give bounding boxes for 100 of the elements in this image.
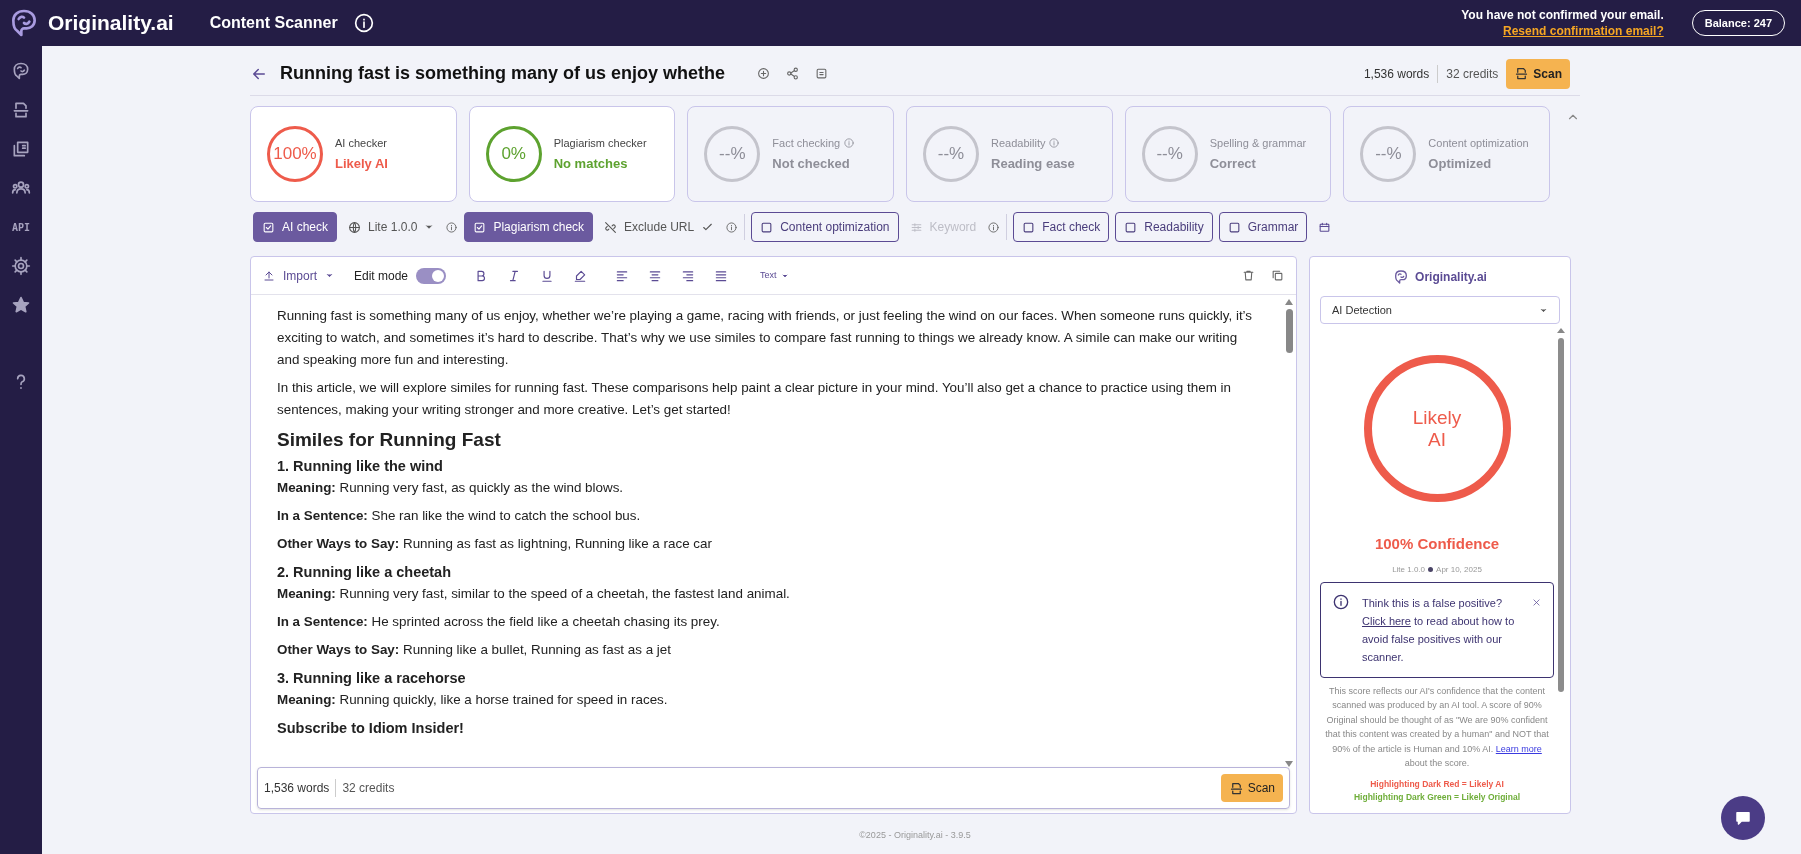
paragraph: In a Sentence: He sprinted across the field like a cheetah chasing its prey. (277, 613, 721, 631)
checker-label: Content optimization (1428, 136, 1529, 151)
checkbox-icon (760, 220, 774, 234)
option-toggle-button[interactable]: Fact check (1013, 212, 1110, 242)
edit-mode-switch[interactable] (416, 267, 447, 284)
import-button[interactable]: Import (263, 266, 334, 285)
link-off-icon (604, 220, 618, 234)
checkbox-icon (1022, 220, 1036, 234)
api-link[interactable]: API (11, 217, 31, 237)
checker-status: Correct (1209, 154, 1257, 173)
score-ring: --% (923, 126, 979, 182)
subheading: 3. Running like a racehorse (277, 669, 467, 688)
underline-icon[interactable] (540, 268, 555, 283)
checkbox-icon (1124, 220, 1138, 234)
highlighter-icon[interactable] (573, 268, 588, 283)
app-title: Content Scanner (209, 13, 338, 33)
caret-icon (325, 271, 334, 280)
share-icon[interactable] (786, 67, 800, 80)
paragraph: Meaning: Running quickly, like a horse trained for speed in races. (277, 691, 669, 709)
section-heading: Similes for Running Fast (277, 428, 502, 452)
copy-icon[interactable] (1271, 269, 1284, 282)
paragraph: Meaning: Running very fast, similar to the speed of a cheetah, the fastest land animal. (277, 585, 791, 603)
checker-status: Optimized (1428, 154, 1493, 173)
scanner-icon (1228, 780, 1244, 796)
score-ring: 100% (267, 126, 323, 182)
upload-icon (263, 269, 275, 282)
word-count: 1,536 words (1363, 64, 1439, 83)
info-icon (1333, 593, 1349, 610)
option-toggle-button[interactable]: Readability (1115, 212, 1213, 242)
credit-count: 32 credits (341, 780, 395, 797)
alert-message: Think this is a false positive? Click here to read about how to avoid false positives with our scanner. (1362, 595, 1516, 665)
model-select[interactable]: Lite 1.0.0 (340, 212, 443, 242)
paragraph: Meaning: Running very fast, as quickly as the wind blows. (277, 479, 625, 497)
edit-mode-label: Edit mode (354, 267, 409, 285)
paragraph: In a Sentence: She ran like the wind to catch the school bus. (277, 507, 642, 525)
option-toggle-button[interactable]: AI check (253, 212, 338, 242)
checker-status: Not checked (772, 154, 851, 173)
score-ring: --% (1360, 126, 1417, 182)
close-icon[interactable] (1532, 597, 1541, 607)
star-icon[interactable] (11, 295, 31, 315)
scan-button[interactable]: Scan (1506, 58, 1570, 89)
exclude-url-toggle[interactable]: Exclude URL (596, 212, 723, 242)
logo-text: Originality.ai (48, 10, 174, 37)
score-ring: 0% (485, 126, 542, 182)
scan-date: Apr 10, 2025 (1436, 563, 1482, 576)
caret-icon (424, 222, 435, 232)
verdict-text: Likely AI (1411, 406, 1463, 451)
checker-status: No matches (553, 154, 629, 173)
align-left-icon[interactable] (615, 268, 630, 283)
click-here-link[interactable]: Click here (1362, 614, 1411, 627)
legend-text: Highlighting Dark Red = Likely AI (1370, 777, 1504, 791)
scanner-icon (1514, 66, 1530, 81)
chat-button[interactable] (1721, 796, 1765, 840)
credit-count: 32 credits (1445, 65, 1499, 83)
document-scan-icon[interactable] (11, 100, 31, 120)
globe-icon (348, 220, 362, 234)
align-right-icon[interactable] (681, 268, 696, 283)
subheading: Subscribe to Idiom Insider! (277, 719, 465, 738)
checker-card[interactable]: 0% Plagiarism checker No matches (468, 106, 676, 202)
email-notice: You have not confirmed your email. (1461, 7, 1664, 23)
text-style-select[interactable]: Text (760, 268, 789, 283)
legend-text: Highlighting Dark Green = Likely Original (1354, 790, 1520, 804)
paragraph: Running fast is something many of us enjoy, whether we’re playing a game, racing with friends, or just feeling the wind on our faces. When someone runs quickly, it’s exciting to watch, and sometimes it’s hard to describe. That’s why we use similes to compare fast running to things we already know. A simile can make our writing and speaking more fun and interesting. (277, 307, 1254, 369)
add-circle-icon[interactable] (757, 67, 771, 80)
model-version: Lite 1.0.0 (1392, 563, 1426, 576)
resend-email-link[interactable]: Resend confirmation email? (1503, 23, 1664, 39)
scan-button[interactable]: Scan (1220, 774, 1283, 802)
option-toggle-button[interactable]: Content optimization (751, 212, 899, 242)
subheading: 1. Running like the wind (277, 457, 444, 476)
word-count: 1,536 words (264, 779, 337, 797)
paragraph: In this article, we will explore similes for running fast. These comparisons help paint a clear picture in your mind. You’ll also get a chance to practice using them in sentences, making your writing stronger and more creative. Let’s get started! (277, 379, 1232, 419)
detection-mode-select[interactable]: AI Detection (1320, 296, 1560, 324)
subheading: 2. Running like a cheetah (277, 563, 453, 582)
align-center-icon[interactable] (648, 268, 663, 283)
option-toggle-button[interactable]: Grammar (1218, 212, 1308, 242)
checker-label: Readability (991, 136, 1046, 151)
confidence-score: 100% Confidence (1374, 534, 1500, 554)
checker-status: Reading ease (991, 154, 1075, 173)
chat-bubble-icon (1734, 809, 1752, 827)
score-ring: --% (1141, 126, 1198, 182)
paragraph: Other Ways to Say: Running like a bullet, Running as fast as a jet (277, 641, 672, 659)
settings-icon[interactable] (11, 256, 31, 276)
brand-name: Originality.ai (1415, 269, 1487, 286)
checked-box-icon (473, 220, 487, 234)
library-icon[interactable] (11, 139, 31, 159)
checker-card[interactable]: 100% AI checker Likely AI (250, 106, 457, 202)
learn-more-link[interactable]: Learn more (1495, 743, 1542, 754)
score-ring: --% (704, 126, 761, 182)
checkbox-icon (1227, 220, 1241, 234)
save-icon[interactable] (815, 67, 829, 80)
trash-icon[interactable] (1242, 269, 1255, 282)
score-explanation: This score reflects our AI's confidence that the content scanned was produced by an AI tool. A score of 90% Original should be thought of as "We are 90% confident that this content was created by a human" and NOT that 90% of the article is Human and 10% AI. Learn more about the score. (1324, 684, 1550, 770)
checker-status: Likely AI (335, 154, 388, 173)
calendar-icon[interactable] (1318, 220, 1332, 234)
checker-label: AI checker (335, 136, 387, 151)
justify-icon[interactable] (714, 268, 729, 283)
checked-box-icon (262, 220, 275, 234)
sliders-icon (909, 220, 923, 234)
document-title: Running fast is something many of us enjoy whethe (280, 62, 726, 85)
option-toggle-button[interactable]: Plagiarism check (464, 212, 594, 242)
